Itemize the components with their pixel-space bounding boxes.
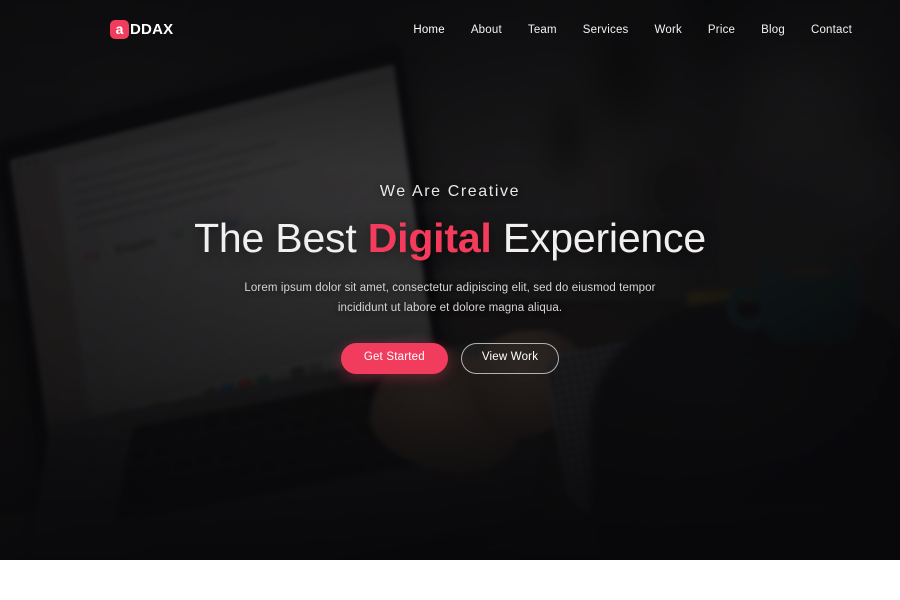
nav-link-about[interactable]: About <box>471 24 502 36</box>
hero-content: We Are Creative The Best Digital Experie… <box>0 182 900 374</box>
nav-links: Home About Team Services Work Price Blog… <box>413 20 852 38</box>
nav-link-home[interactable]: Home <box>413 24 444 36</box>
view-work-button[interactable]: View Work <box>460 342 560 374</box>
nav-link-team[interactable]: Team <box>528 24 557 36</box>
hero-eyebrow: We Are Creative <box>379 183 521 200</box>
headline-part-before: The Best <box>194 215 368 262</box>
nav-item-price[interactable]: Price <box>708 20 735 38</box>
nav-item-work[interactable]: Work <box>655 20 682 38</box>
nav-item-blog[interactable]: Blog <box>761 20 785 38</box>
nav-item-about[interactable]: About <box>471 20 502 38</box>
nav-link-services[interactable]: Services <box>583 24 629 36</box>
hero-description: Lorem ipsum dolor sit amet, consectetur … <box>244 282 656 315</box>
nav-link-contact[interactable]: Contact <box>811 24 852 36</box>
brand-mark-icon: a <box>110 19 129 39</box>
nav-link-blog[interactable]: Blog <box>761 24 785 36</box>
get-started-button[interactable]: Get Started <box>340 342 448 374</box>
brand-logo[interactable]: a DDAX <box>110 19 174 39</box>
headline-accent-word: Digital <box>367 215 492 262</box>
below-fold-section <box>0 560 900 600</box>
main-navbar: a DDAX Home About Team Services Work Pri… <box>0 0 900 58</box>
hero-cta-row: Get Started View Work <box>40 342 860 374</box>
nav-item-team[interactable]: Team <box>528 20 557 38</box>
nav-item-contact[interactable]: Contact <box>811 20 852 38</box>
nav-link-work[interactable]: Work <box>655 24 682 36</box>
brand-name: DDAX <box>130 20 174 38</box>
headline-part-after: Experience <box>491 215 706 262</box>
nav-item-services[interactable]: Services <box>583 20 629 38</box>
nav-link-price[interactable]: Price <box>708 24 735 36</box>
hero-section: GQ Esquire TC Digiday <box>0 0 900 560</box>
nav-item-home[interactable]: Home <box>413 20 444 38</box>
hero-headline: The Best Digital Experience <box>40 215 860 262</box>
